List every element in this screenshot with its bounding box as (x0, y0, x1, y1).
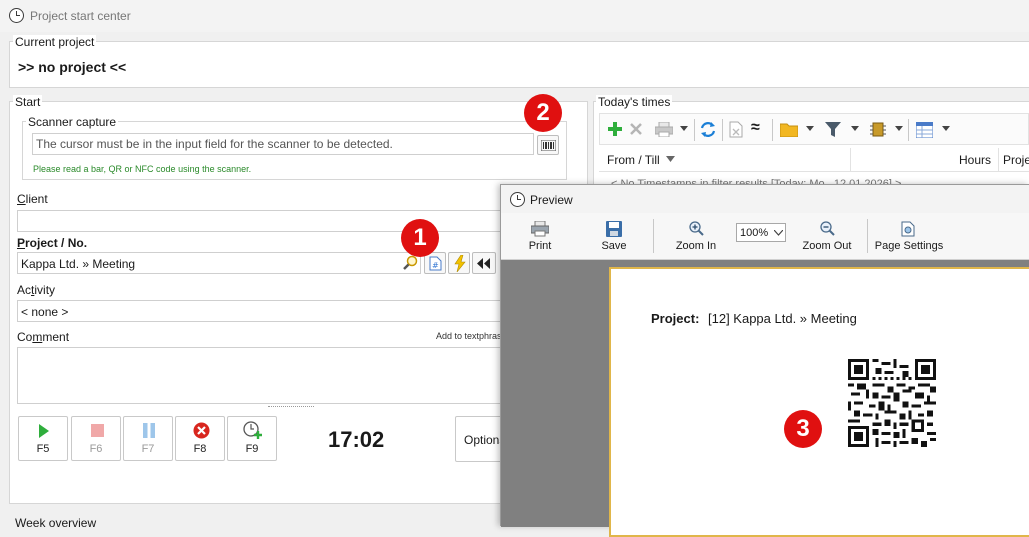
preview-clock-icon (510, 192, 525, 207)
print-icon (531, 221, 549, 237)
preview-zoom-out-button[interactable]: Zoom Out (799, 221, 855, 257)
magnifier-icon[interactable] (402, 255, 419, 272)
qr-code-image (848, 359, 936, 447)
save-icon (606, 221, 622, 237)
client-label: Client (17, 192, 48, 206)
previous-button[interactable] (472, 252, 496, 274)
preview-title: Preview (530, 193, 573, 207)
print-icon[interactable] (655, 122, 673, 137)
callout-badge-3: 3 (784, 410, 822, 448)
approx-icon[interactable]: ≈ (751, 119, 760, 137)
stop-icon (91, 424, 104, 437)
comment-textarea[interactable] (17, 347, 577, 404)
pause-f7-button[interactable]: F7 (123, 416, 173, 461)
folder-icon[interactable] (780, 122, 798, 137)
window-title: Project start center (30, 9, 131, 23)
chevron-down-icon[interactable] (851, 126, 859, 131)
chevron-down-icon (774, 230, 783, 236)
chevron-down-icon[interactable] (680, 126, 688, 131)
project-field-value: Kappa Ltd. » Meeting (21, 257, 136, 271)
delete-icon[interactable] (630, 123, 642, 135)
title-bar: Project start center (0, 0, 1029, 32)
todays-times-toolbar: ≈ (599, 113, 1029, 145)
zoom-select[interactable]: 100% (736, 223, 786, 242)
pause-icon (143, 423, 155, 438)
preview-window: Preview Print Save Zoom In 100% Zoom Out… (500, 184, 1029, 537)
chevron-down-icon[interactable] (942, 126, 950, 131)
week-overview-label: Week overview (15, 516, 97, 530)
stop-f6-button[interactable]: F6 (71, 416, 121, 461)
settings-chip-icon[interactable] (870, 121, 886, 138)
preview-page-settings-button[interactable]: Page Settings (871, 221, 947, 257)
current-project-group (9, 41, 1029, 88)
scanner-barcode-button[interactable] (537, 135, 559, 155)
doc-project-label: Project: (651, 311, 700, 326)
current-project-value: >> no project << (18, 59, 127, 75)
preview-title-bar: Preview (501, 185, 1029, 213)
barcode-icon (541, 140, 556, 151)
chevron-down-icon[interactable] (895, 126, 903, 131)
svg-text:#: # (432, 261, 439, 270)
project-label: Project / No. (17, 236, 88, 250)
table-layout-icon[interactable] (916, 122, 933, 138)
quick-start-button[interactable] (448, 252, 470, 274)
lightning-icon (454, 255, 466, 272)
column-hours[interactable]: Hours (959, 153, 991, 167)
zoom-in-icon (689, 221, 704, 236)
play-icon (39, 424, 49, 438)
document-delete-icon[interactable] (729, 121, 743, 138)
add-time-f9-button[interactable]: F9 (227, 416, 277, 461)
doc-project-value: [12] Kappa Ltd. » Meeting (708, 311, 857, 326)
preview-zoom-in-button[interactable]: Zoom In (669, 221, 723, 257)
filter-icon[interactable] (825, 122, 841, 138)
current-project-label: Current project (13, 35, 97, 49)
scanner-hint: Please read a bar, QR or NFC code using … (33, 164, 252, 174)
sort-down-icon (666, 156, 675, 162)
todays-times-label: Today's times (596, 95, 673, 109)
chevron-down-icon[interactable] (806, 126, 814, 131)
client-field[interactable] (17, 210, 577, 232)
preview-print-button[interactable]: Print (521, 221, 559, 257)
app-clock-icon (9, 8, 24, 23)
current-time: 17:02 (328, 427, 385, 452)
refresh-icon[interactable] (699, 121, 717, 138)
callout-badge-1: 1 (401, 219, 439, 257)
activity-field-value: < none > (21, 305, 69, 319)
clock-add-icon (243, 421, 262, 439)
preview-save-button[interactable]: Save (595, 221, 633, 257)
activity-field[interactable]: < none > (17, 300, 577, 322)
preview-canvas: Project: [12] Kappa Ltd. » Meeting (501, 260, 1029, 537)
document-hash-icon: # (429, 256, 442, 271)
todays-times-header: From / Till Hours Project (599, 148, 1029, 172)
preview-toolbar: Print Save Zoom In 100% Zoom Out Page Se… (501, 213, 1029, 260)
column-project[interactable]: Project (1003, 153, 1029, 167)
start-label: Start (13, 95, 43, 109)
comment-label: Comment (17, 330, 70, 344)
add-icon[interactable] (607, 121, 623, 137)
scanner-label: Scanner capture (26, 115, 119, 129)
zoom-out-icon (820, 221, 835, 236)
callout-badge-2: 2 (524, 94, 562, 132)
double-chevron-left-icon (477, 258, 490, 269)
project-field[interactable]: Kappa Ltd. » Meeting (17, 252, 421, 274)
cancel-f8-button[interactable]: F8 (175, 416, 225, 461)
page-settings-icon (901, 221, 915, 237)
zoom-value: 100% (740, 227, 769, 239)
column-from-till[interactable]: From / Till (607, 153, 660, 167)
start-f5-button[interactable]: F5 (18, 416, 68, 461)
resize-grip[interactable] (268, 406, 314, 408)
preview-page: Project: [12] Kappa Ltd. » Meeting (609, 267, 1029, 537)
activity-label: Activity (17, 283, 56, 297)
scanner-input-text: The cursor must be in the input field fo… (36, 137, 393, 151)
cancel-icon (193, 422, 210, 439)
scanner-input[interactable]: The cursor must be in the input field fo… (32, 133, 534, 155)
